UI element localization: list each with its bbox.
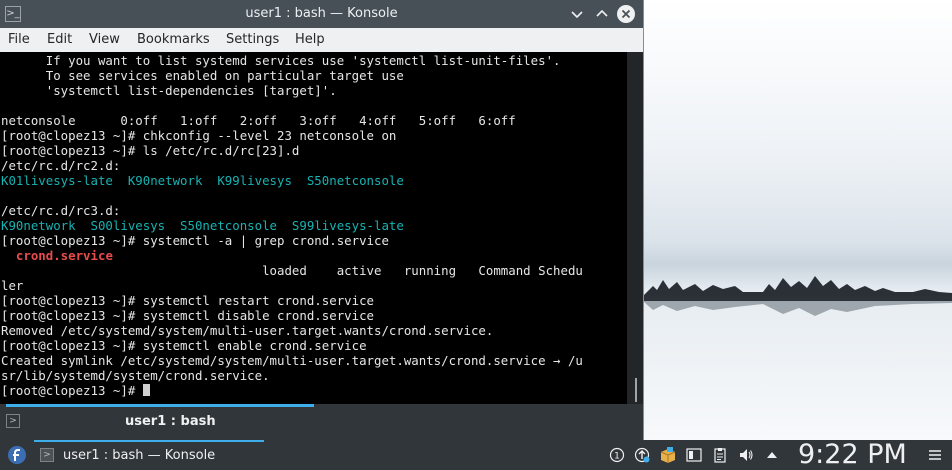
terminal-line: If you want to list systemd services use… bbox=[1, 53, 627, 68]
clock[interactable]: 9:22 PM bbox=[798, 440, 907, 470]
terminal-text-segment: /etc/rc.d/rc2.d: bbox=[1, 158, 121, 173]
terminal-text-segment: To see services enabled on particular ta… bbox=[1, 68, 404, 83]
terminal-output[interactable]: If you want to list systemd services use… bbox=[0, 52, 627, 404]
scrollbar-handle[interactable] bbox=[635, 378, 637, 402]
clipboard-icon[interactable] bbox=[712, 447, 728, 463]
terminal-text-segment: 'systemctl list-dependencies [target]'. bbox=[1, 83, 337, 98]
menu-bar: File Edit View Bookmarks Settings Help bbox=[0, 28, 643, 52]
terminal-text-segment: K90network S00livesys S50netconsole S99l… bbox=[1, 218, 404, 233]
updates-icon[interactable] bbox=[634, 447, 650, 463]
terminal-text-segment: [root@clopez13 ~]# systemctl -a | grep c… bbox=[1, 233, 389, 248]
terminal-line: sr/lib/systemd/system/crond.service. bbox=[1, 368, 627, 383]
task-label: user1 : bash — Konsole bbox=[63, 448, 216, 463]
tab-bar: > user1 : bash bbox=[0, 404, 643, 440]
terminal-tab-icon: > bbox=[6, 414, 20, 428]
menu-view[interactable]: View bbox=[89, 32, 120, 47]
menu-settings[interactable]: Settings bbox=[226, 32, 279, 47]
terminal-line: loaded active running Command Schedu bbox=[1, 263, 627, 278]
notifications-icon[interactable]: 1 bbox=[609, 447, 625, 463]
close-icon bbox=[621, 9, 631, 19]
terminal-line: /etc/rc.d/rc3.d: bbox=[1, 203, 627, 218]
terminal-line: [root@clopez13 ~]# systemctl -a | grep c… bbox=[1, 233, 627, 248]
terminal-text: If you want to list systemd services use… bbox=[0, 52, 627, 398]
taskbar: > user1 : bash — Konsole 1 9:22 PM bbox=[0, 440, 952, 470]
terminal-scrollbar[interactable] bbox=[627, 52, 643, 404]
terminal-text-segment: [root@clopez13 ~]# ls /etc/rc.d/rc[23].d bbox=[1, 143, 300, 158]
terminal-line: Removed /etc/systemd/system/multi-user.t… bbox=[1, 323, 627, 338]
terminal-text-segment: Removed /etc/systemd/system/multi-user.t… bbox=[1, 323, 494, 338]
menu-help[interactable]: Help bbox=[295, 32, 325, 47]
display-icon[interactable] bbox=[686, 447, 702, 463]
menu-edit[interactable]: Edit bbox=[47, 32, 72, 47]
terminal-line: [root@clopez13 ~]# systemctl enable cron… bbox=[1, 338, 627, 353]
terminal-line: [root@clopez13 ~]# chkconfig --level 23 … bbox=[1, 128, 627, 143]
terminal-line: ler bbox=[1, 278, 627, 293]
wallpaper-landscape bbox=[643, 276, 952, 316]
terminal-line: [root@clopez13 ~]# systemctl restart cro… bbox=[1, 293, 627, 308]
terminal-line: [root@clopez13 ~]# ls /etc/rc.d/rc[23].d bbox=[1, 143, 627, 158]
terminal-text-segment: [root@clopez13 ~]# systemctl enable cron… bbox=[1, 338, 367, 353]
fedora-launcher-icon[interactable] bbox=[6, 444, 28, 466]
terminal-line: netconsole 0:off 1:off 2:off 3:off 4:off… bbox=[1, 113, 627, 128]
terminal-line: crond.service bbox=[1, 248, 627, 263]
terminal-text-segment: loaded active running Command Schedu bbox=[1, 263, 583, 278]
svg-text:1: 1 bbox=[614, 452, 620, 462]
window-titlebar[interactable]: >_ user1 : bash — Konsole bbox=[0, 0, 643, 28]
desktop-wallpaper bbox=[643, 0, 952, 440]
minimize-button[interactable] bbox=[568, 5, 586, 23]
terminal-line bbox=[1, 188, 627, 203]
terminal-text-segment: [root@clopez13 ~]# systemctl disable cro… bbox=[1, 308, 374, 323]
terminal-text-segment: sr/lib/systemd/system/crond.service. bbox=[1, 368, 270, 383]
chevron-up-icon bbox=[596, 9, 608, 17]
menu-bookmarks[interactable]: Bookmarks bbox=[137, 32, 210, 47]
tab-bash[interactable]: user1 : bash bbox=[125, 414, 216, 429]
terminal-line: [root@clopez13 ~]# bbox=[1, 383, 627, 398]
terminal-text-segment: /etc/rc.d/rc3.d: bbox=[1, 203, 121, 218]
close-button[interactable] bbox=[617, 5, 635, 23]
terminal-cursor bbox=[142, 384, 150, 396]
terminal-text-segment: crond.service bbox=[15, 248, 113, 263]
terminal-text-segment: Created symlink /etc/systemd/system/mult… bbox=[1, 353, 583, 368]
terminal-line: K01livesys-late K90network K99livesys S5… bbox=[1, 173, 627, 188]
terminal-line bbox=[1, 98, 627, 113]
menu-file[interactable]: File bbox=[8, 32, 30, 47]
active-tab-indicator bbox=[6, 404, 314, 407]
terminal-text-segment: [root@clopez13 ~]# chkconfig --level 23 … bbox=[1, 128, 397, 143]
chevron-down-icon bbox=[571, 11, 583, 19]
volume-icon[interactable] bbox=[738, 447, 754, 463]
terminal-text-segment: [root@clopez13 ~]# bbox=[1, 383, 143, 398]
konsole-task-icon: > bbox=[40, 448, 54, 462]
terminal-text-segment: netconsole 0:off 1:off 2:off 3:off 4:off… bbox=[1, 113, 516, 128]
panel-menu-icon[interactable] bbox=[929, 449, 941, 461]
maximize-button[interactable] bbox=[593, 5, 611, 23]
terminal-text-segment: K01livesys-late K90network K99livesys S5… bbox=[1, 173, 404, 188]
terminal-line: /etc/rc.d/rc2.d: bbox=[1, 158, 627, 173]
terminal-text-segment: [root@clopez13 ~]# systemctl restart cro… bbox=[1, 293, 374, 308]
terminal-line: To see services enabled on particular ta… bbox=[1, 68, 627, 83]
konsole-window: >_ user1 : bash — Konsole File Edit View… bbox=[0, 0, 644, 440]
task-konsole[interactable]: > user1 : bash — Konsole bbox=[34, 442, 264, 470]
package-icon[interactable] bbox=[660, 447, 676, 463]
expand-tray-icon[interactable] bbox=[764, 447, 780, 463]
terminal-line: [root@clopez13 ~]# systemctl disable cro… bbox=[1, 308, 627, 323]
terminal-line: 'systemctl list-dependencies [target]'. bbox=[1, 83, 627, 98]
terminal-line: K90network S00livesys S50netconsole S99l… bbox=[1, 218, 627, 233]
terminal-text-segment: If you want to list systemd services use… bbox=[1, 53, 561, 68]
terminal-line: Created symlink /etc/systemd/system/mult… bbox=[1, 353, 627, 368]
terminal-text-segment: ler bbox=[1, 278, 24, 293]
window-title: user1 : bash — Konsole bbox=[245, 6, 398, 21]
